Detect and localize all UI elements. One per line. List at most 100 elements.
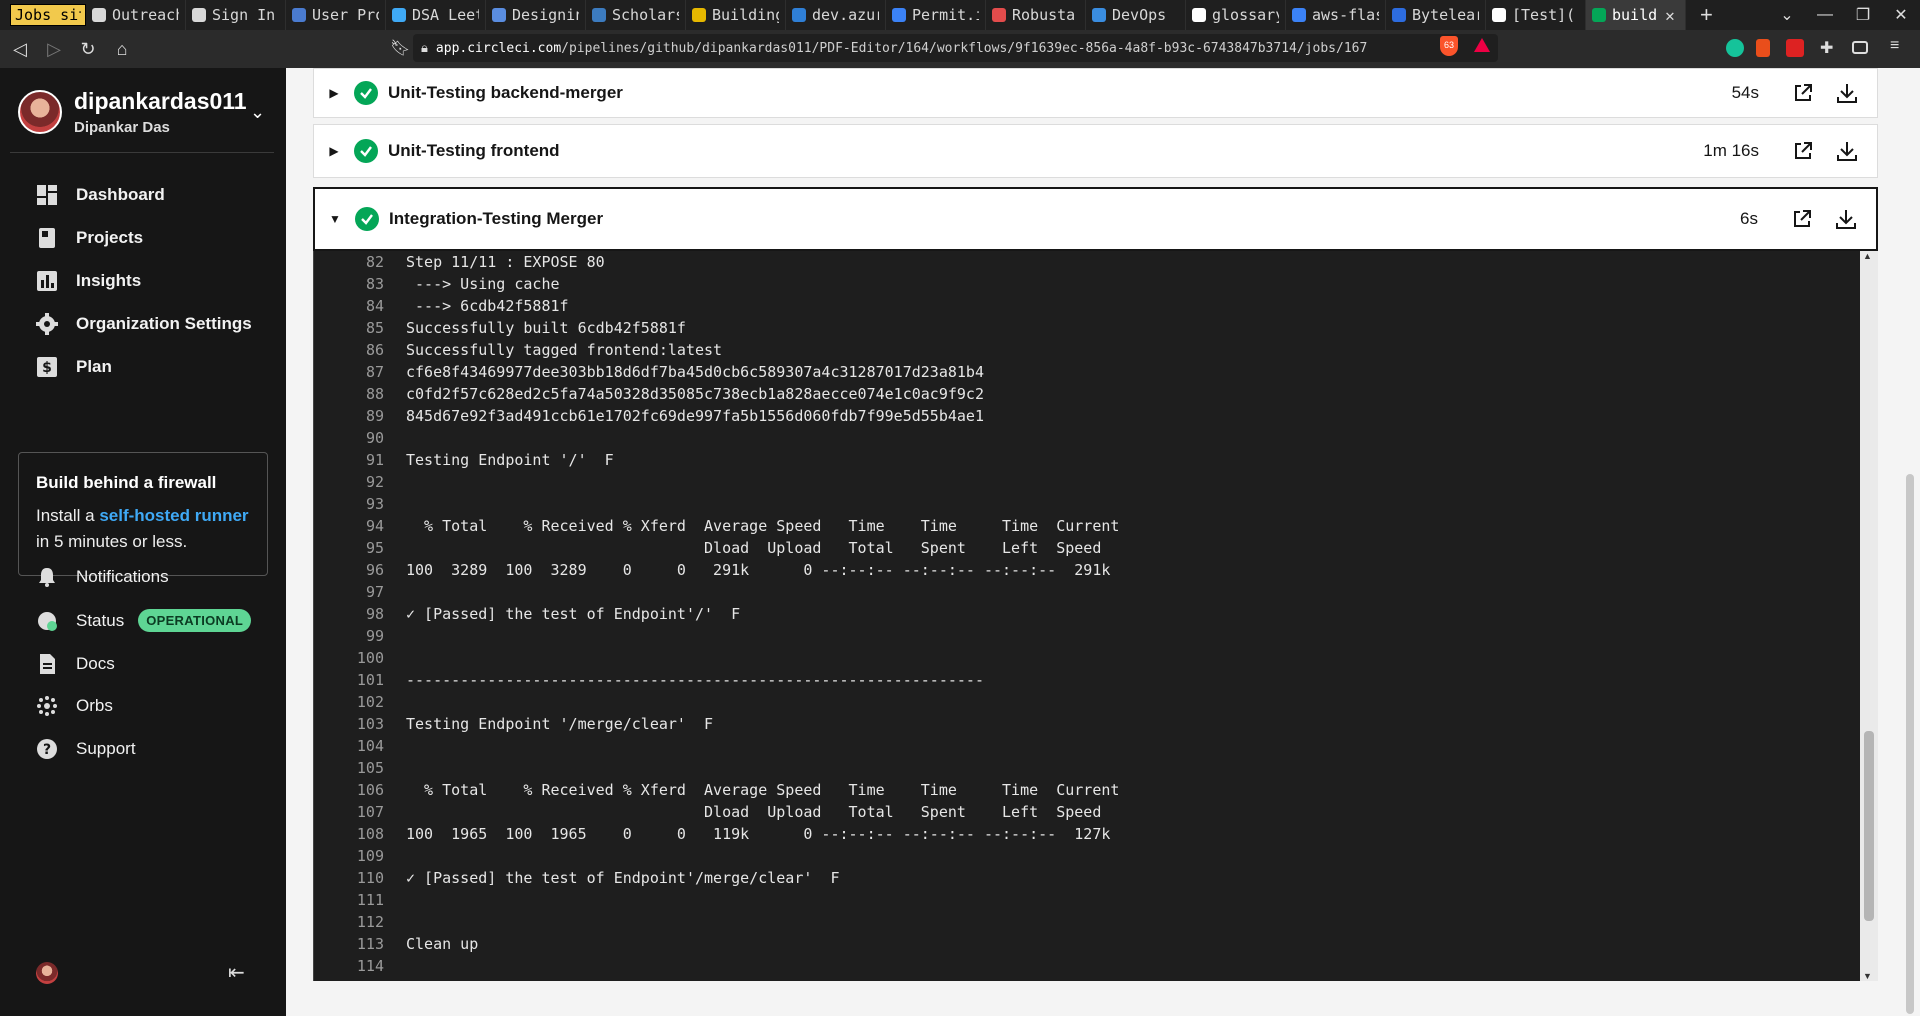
browser-tab[interactable]: glossary xyxy=(1186,0,1286,30)
download-icon[interactable] xyxy=(1824,208,1868,230)
user-fullname: Dipankar Das xyxy=(74,119,170,136)
console-scrollbar[interactable]: ▲ ▼ xyxy=(1860,251,1878,981)
line-text xyxy=(394,955,406,977)
job-duration: 6s xyxy=(1740,209,1758,228)
extensions-puzzle-icon[interactable]: ✚ xyxy=(1820,38,1833,58)
wallet-icon[interactable] xyxy=(1852,41,1868,54)
reload-icon[interactable]: ↻ xyxy=(74,39,102,60)
tab-favicon-icon xyxy=(1592,8,1606,22)
line-number: 89 xyxy=(365,407,384,425)
line-number: 98 xyxy=(365,605,384,623)
browser-tab[interactable]: Bytelear xyxy=(1386,0,1486,30)
external-link-icon[interactable] xyxy=(1781,83,1825,103)
brave-shield-icon[interactable]: 63 xyxy=(1440,36,1458,56)
back-icon[interactable]: ◁ xyxy=(6,39,34,60)
scrollbar-thumb[interactable] xyxy=(1906,474,1914,1014)
firewall-promo: Build behind a firewall Install a self-h… xyxy=(18,452,268,576)
caret-right-icon[interactable]: ▶ xyxy=(314,86,354,100)
page-scrollbar[interactable] xyxy=(1900,68,1920,1016)
scrollbar-thumb[interactable] xyxy=(1864,731,1874,921)
address-bar[interactable]: 🔒︎ app.circleci.com/pipelines/github/dip… xyxy=(413,34,1498,62)
browser-tab[interactable]: Robusta xyxy=(986,0,1086,30)
extension-icon[interactable] xyxy=(1756,39,1770,57)
line-text xyxy=(394,691,406,713)
console-line: 87 cf6e8f43469977dee303bb18d6df7ba45d0cb6… xyxy=(314,361,1859,383)
browser-tab[interactable]: Building xyxy=(686,0,786,30)
nav-item-support[interactable]: ? Support xyxy=(36,738,136,760)
nav-item-projects[interactable]: Projects xyxy=(36,227,143,249)
caret-down-icon[interactable]: ▼ xyxy=(315,212,355,226)
console-line: 97 xyxy=(314,581,1859,603)
self-hosted-runner-link[interactable]: self-hosted runner xyxy=(99,506,248,525)
tab-favicon-icon xyxy=(1092,8,1106,22)
nav-item-docs[interactable]: Docs xyxy=(36,653,115,675)
download-icon[interactable] xyxy=(1825,140,1869,162)
forward-icon[interactable]: ▷ xyxy=(40,39,68,60)
browser-tab[interactable]: Permit.i xyxy=(886,0,986,30)
menu-icon[interactable]: ≡ xyxy=(1890,37,1899,55)
browser-tab[interactable]: DSA Leet xyxy=(386,0,486,30)
scroll-up-icon[interactable]: ▲ xyxy=(1863,251,1872,261)
browser-tab[interactable]: aws-flas xyxy=(1286,0,1386,30)
download-icon[interactable] xyxy=(1825,82,1869,104)
job-row[interactable]: ▼ Integration-Testing Merger 6s xyxy=(313,187,1878,251)
line-number: 85 xyxy=(365,319,384,337)
line-number: 108 xyxy=(356,825,384,843)
browser-tab[interactable]: Jobs sites xyxy=(10,4,86,26)
bookmark-icon[interactable]: 🔖︎ xyxy=(390,38,410,58)
home-icon[interactable]: ⌂ xyxy=(108,39,136,60)
browser-tab[interactable]: Sign In xyxy=(186,0,286,30)
tab-label: Sign In xyxy=(212,6,276,24)
tab-label: Robusta xyxy=(1012,6,1076,24)
external-link-icon[interactable] xyxy=(1781,141,1825,161)
maximize-icon[interactable]: ❐ xyxy=(1844,5,1882,25)
collapse-sidebar-icon[interactable]: ⇤ xyxy=(228,960,245,985)
browser-tab[interactable]: User Pro xyxy=(286,0,386,30)
lock-icon: 🔒︎ xyxy=(421,40,428,56)
minimize-icon[interactable]: — xyxy=(1806,6,1844,24)
browser-tab[interactable]: Designin xyxy=(486,0,586,30)
username: dipankardas011 xyxy=(74,88,247,114)
nav-item-orbs[interactable]: Orbs xyxy=(36,695,113,717)
extension-icon[interactable] xyxy=(1786,39,1804,57)
console-line: 103 Testing Endpoint '/merge/clear' F xyxy=(314,713,1859,735)
user-switcher[interactable]: dipankardas011 Dipankar Das xyxy=(18,88,247,136)
tab-list-icon[interactable]: ⌄ xyxy=(1768,5,1806,25)
external-link-icon[interactable] xyxy=(1780,209,1824,229)
url-host: app.circleci.com xyxy=(435,40,562,56)
line-number: 103 xyxy=(356,715,384,733)
brave-rewards-icon[interactable] xyxy=(1474,38,1490,52)
nav-item-insights[interactable]: Insights xyxy=(36,270,141,292)
nav-item-notifications[interactable]: Notifications xyxy=(36,566,169,588)
line-number: 113 xyxy=(356,935,384,953)
browser-tab[interactable]: Outreach xyxy=(86,0,186,30)
new-tab-button[interactable]: + xyxy=(1686,2,1727,28)
insights-icon xyxy=(36,270,58,292)
line-number: 87 xyxy=(365,363,384,381)
caret-right-icon[interactable]: ▶ xyxy=(314,144,354,158)
console-line: 114 xyxy=(314,955,1859,977)
nav-item-plan[interactable]: $ Plan xyxy=(36,356,112,378)
console-line: 94 % Total % Received % Xferd Average Sp… xyxy=(314,515,1859,537)
browser-tab[interactable]: [Test]( xyxy=(1486,0,1586,30)
projects-icon xyxy=(36,227,58,249)
job-row[interactable]: ▶ Unit-Testing frontend 1m 16s xyxy=(313,124,1878,178)
browser-tab[interactable]: build ✕ xyxy=(1586,0,1686,30)
close-tab-icon[interactable]: ✕ xyxy=(1665,6,1675,25)
console-line: 88 c0fd2f57c628ed2c5fa74a50328d35085c738e… xyxy=(314,383,1859,405)
browser-tab[interactable]: Scholars xyxy=(586,0,686,30)
browser-tab[interactable]: DevOps xyxy=(1086,0,1186,30)
line-number: 83 xyxy=(365,275,384,293)
line-text: ---> 6cdb42f5881f xyxy=(406,297,569,315)
chevron-down-icon[interactable]: ⌄ xyxy=(250,102,265,123)
job-row[interactable]: ▶ Unit-Testing backend-merger 54s xyxy=(313,68,1878,118)
nav-item-organization-settings[interactable]: Organization Settings xyxy=(36,313,252,335)
browser-tab[interactable]: dev.azur xyxy=(786,0,886,30)
bell-icon xyxy=(36,566,58,588)
scroll-down-icon[interactable]: ▼ xyxy=(1863,971,1872,981)
nav-item-dashboard[interactable]: Dashboard xyxy=(36,184,165,206)
close-window-icon[interactable]: ✕ xyxy=(1882,5,1920,25)
avatar[interactable] xyxy=(36,962,58,984)
grammarly-extension-icon[interactable] xyxy=(1726,39,1744,57)
nav-item-status[interactable]: Status OPERATIONAL xyxy=(36,609,252,632)
